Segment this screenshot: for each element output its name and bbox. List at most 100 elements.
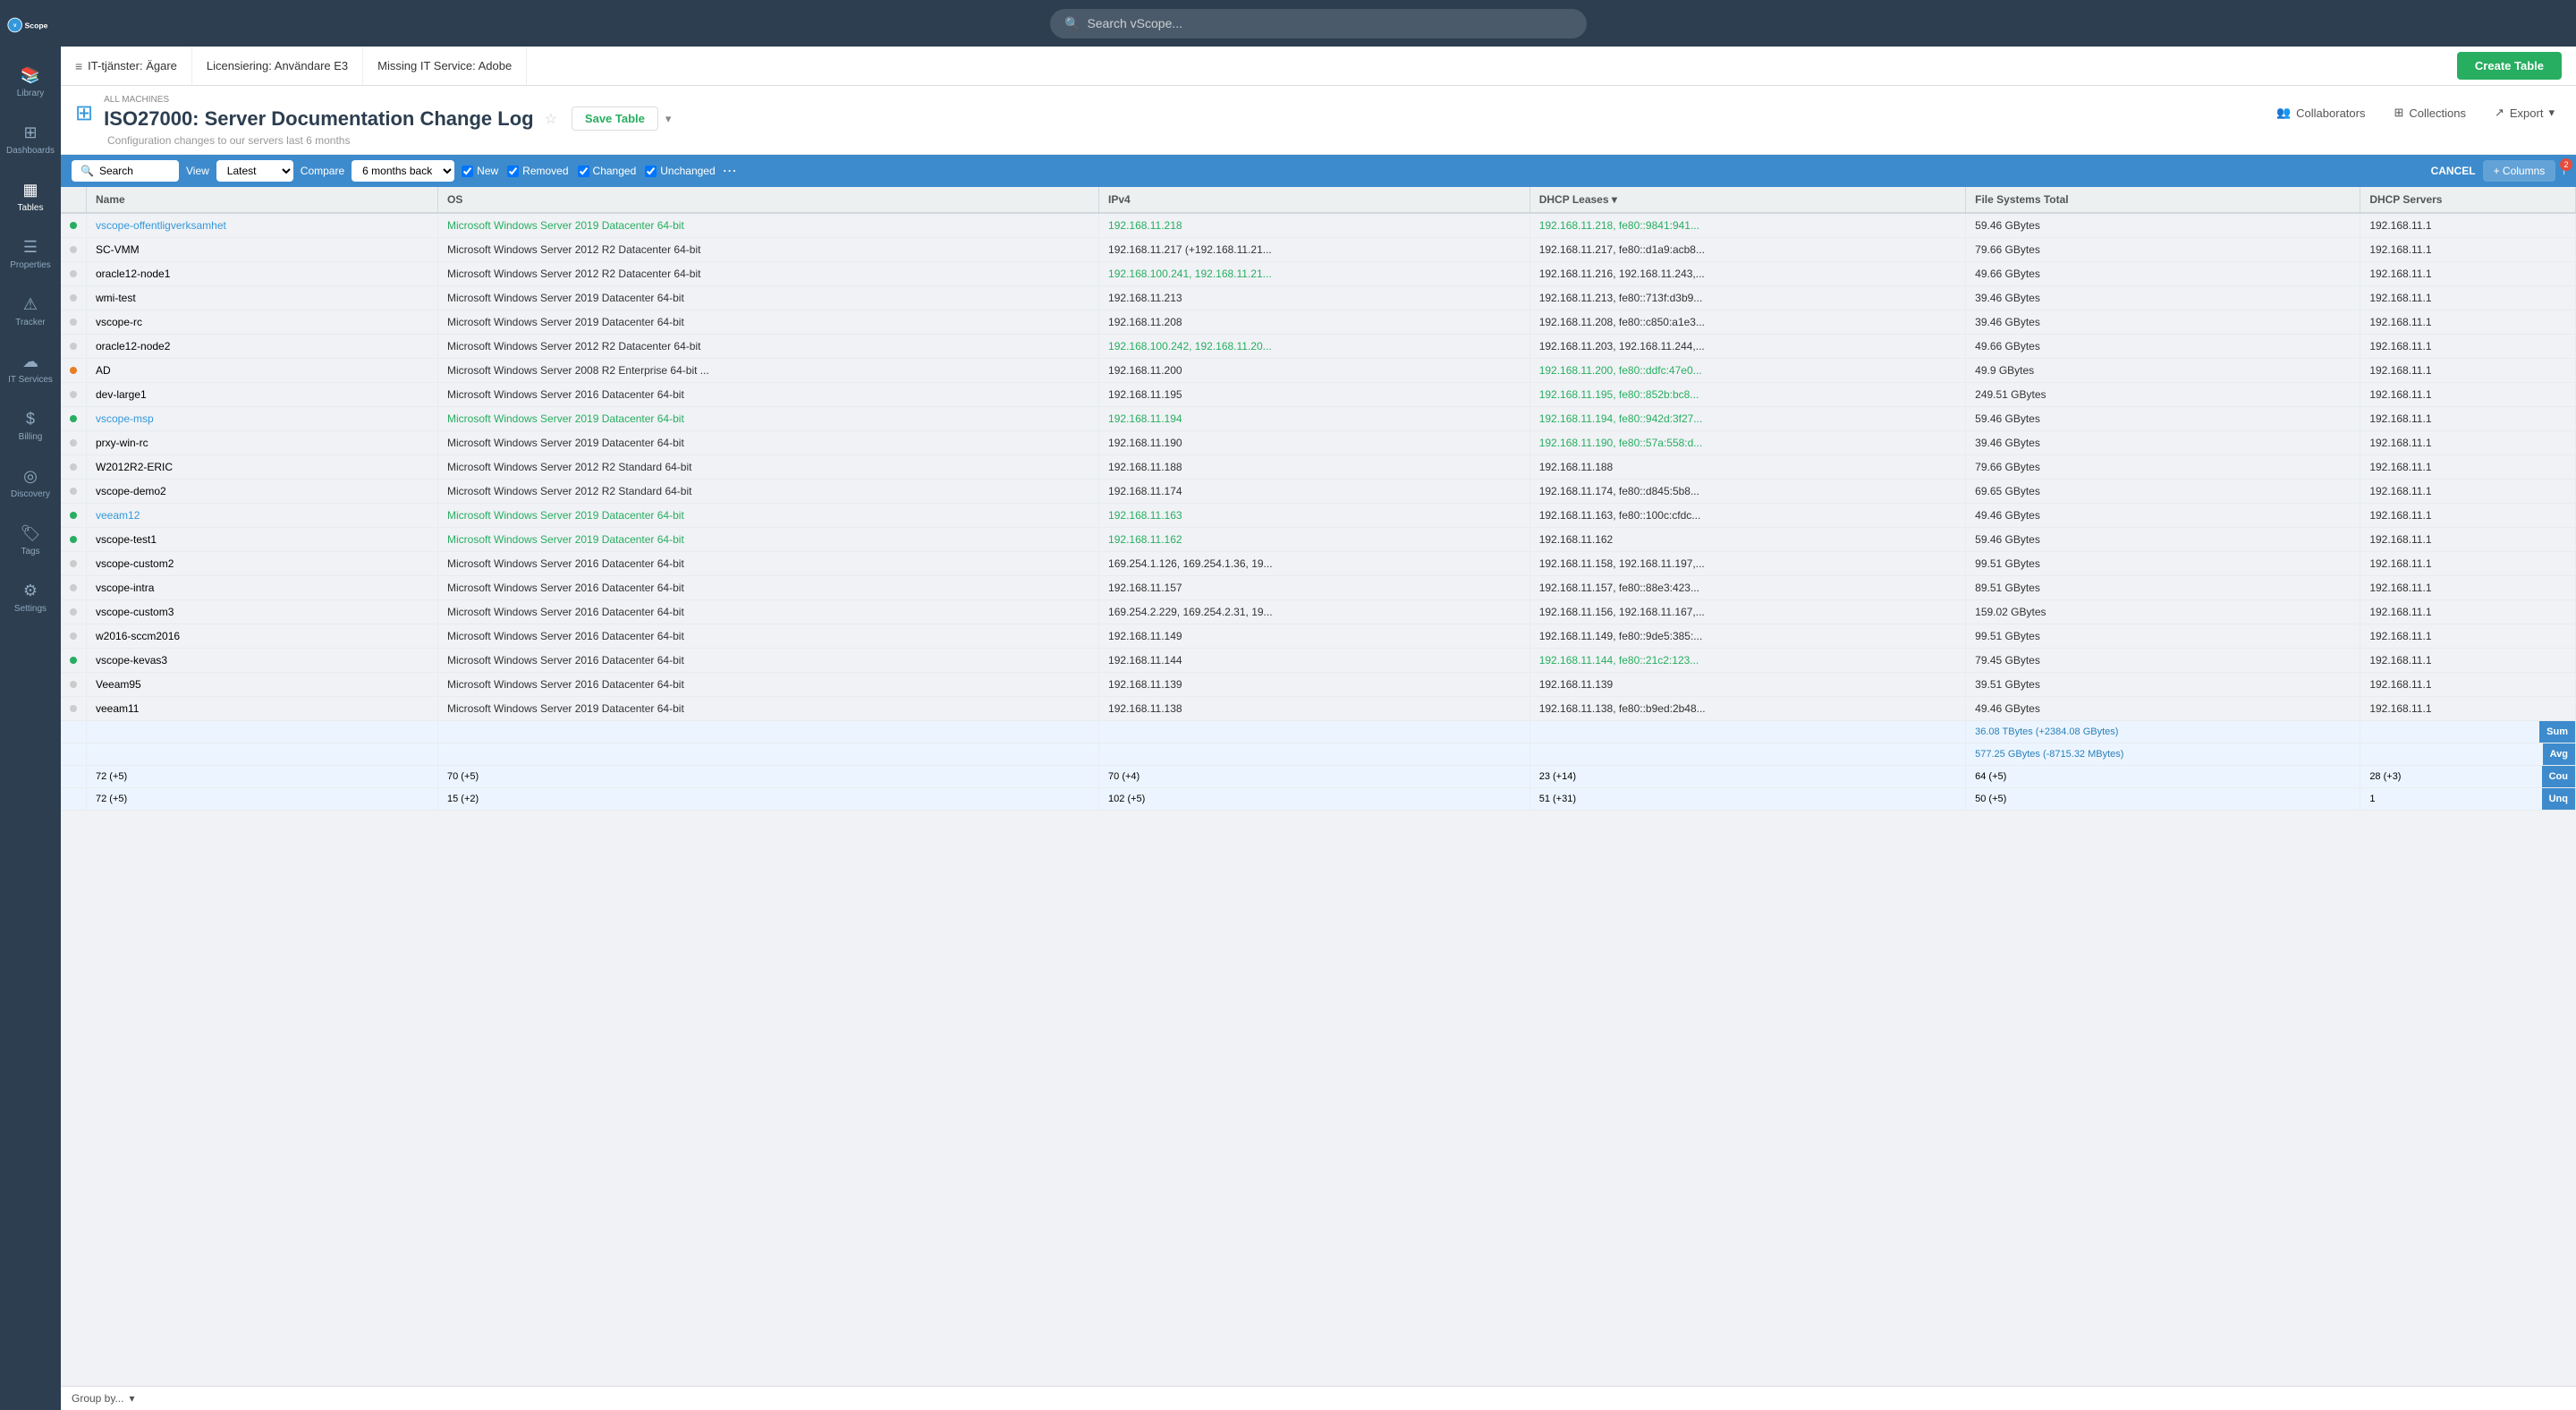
row-name-link[interactable]: vscope-offentligverksamhet [96,219,226,232]
row-ipv4: 192.168.11.194 [1108,412,1182,425]
sidebar-item-settings[interactable]: ⚙ Settings [4,571,57,624]
row-dhcp-cell: 192.168.11.217, fe80::d1a9:acb8... [1530,238,1965,262]
save-table-button[interactable]: Save Table [572,106,658,131]
row-os-cell: Microsoft Windows Server 2019 Datacenter… [438,431,1099,455]
sidebar-item-dashboards[interactable]: ⊞ Dashboards [4,113,57,166]
row-os-cell: Microsoft Windows Server 2016 Datacenter… [438,383,1099,407]
row-indicator-cell [61,480,87,504]
sidebar-label-properties: Properties [10,260,51,270]
sidebar-item-tags[interactable]: 🏷 Tags [4,514,57,567]
columns-button[interactable]: + Columns [2483,160,2556,182]
toolbar: 🔍 Search View Latest Historical Compare … [61,155,2576,187]
row-name-link[interactable]: vscope-msp [96,412,154,425]
tags-icon: 🏷 [21,524,41,543]
collections-button[interactable]: ⊞ Collections [2386,102,2473,123]
summary-avg-row: 577.25 GBytes (-8715.32 MBytes) Avg [61,743,2576,766]
tab-it-tjanster[interactable]: ≡ IT-tjänster: Ägare [68,47,192,85]
sidebar-item-tables[interactable]: ▦ Tables [4,170,57,224]
sidebar-item-properties[interactable]: ☰ Properties [4,227,57,281]
row-os: Microsoft Windows Server 2016 Datacenter… [447,388,684,401]
row-dhcp-srv-cell: 192.168.11.1 [2360,480,2576,504]
checkbox-removed[interactable]: Removed [507,165,568,177]
row-dhcp-cell: 192.168.11.194, fe80::942d:3f27... [1530,407,1965,431]
table-header: ⊞ ALL MACHINES ISO27000: Server Document… [61,86,2576,155]
group-by-button[interactable]: Group by... ▾ [72,1392,135,1405]
row-fs: 49.66 GBytes [1975,340,2040,352]
compare-select[interactable]: 6 months back 3 months back 1 month back [352,160,454,182]
col-file-systems[interactable]: File Systems Total [1966,187,2360,213]
table-row: Veeam95 Microsoft Windows Server 2016 Da… [61,673,2576,697]
row-fs-cell: 159.02 GBytes [1966,600,2360,624]
sidebar-item-tracker[interactable]: ⚠ Tracker [4,285,57,338]
row-os: Microsoft Windows Server 2019 Datacenter… [447,437,684,449]
checkbox-new[interactable]: New [462,165,498,177]
row-ipv4-cell: 192.168.11.218 [1099,213,1530,238]
row-dhcp: 192.168.11.174, fe80::d845:5b8... [1539,485,1699,497]
col-os[interactable]: OS [438,187,1099,213]
create-table-button[interactable]: Create Table [2457,52,2562,80]
summary-sum-row: 36.08 TBytes (+2384.08 GBytes) Sum [61,721,2576,743]
checkbox-changed[interactable]: Changed [578,165,637,177]
view-select[interactable]: Latest Historical [216,160,293,182]
table-row: dev-large1 Microsoft Windows Server 2016… [61,383,2576,407]
filter-button[interactable]: ⧘ 2 [2563,164,2565,178]
row-name-link[interactable]: veeam12 [96,509,140,522]
unq-col3: 102 (+5) [1099,788,1530,811]
row-dhcp-cell: 192.168.11.149, fe80::9de5:385:... [1530,624,1965,649]
row-fs: 249.51 GBytes [1975,388,2046,401]
col-dhcp-servers[interactable]: DHCP Servers [2360,187,2576,213]
row-fs-cell: 69.65 GBytes [1966,480,2360,504]
collaborators-button[interactable]: 👥 Collaborators [2269,102,2373,123]
summary-count-row: 72 (+5) 70 (+5) 70 (+4) 23 (+14) 64 (+5)… [61,766,2576,788]
row-fs-cell: 49.46 GBytes [1966,504,2360,528]
sidebar-item-billing[interactable]: $ Billing [4,399,57,453]
search-bar[interactable]: 🔍 Search vScope... [1050,9,1587,38]
col-dhcp-leases[interactable]: DHCP Leases ▾ [1530,187,1965,213]
data-table-wrapper[interactable]: Name OS IPv4 DHCP Leases ▾ File Systems … [61,187,2576,1386]
row-fs: 39.46 GBytes [1975,292,2040,304]
row-dhcp-cell: 192.168.11.138, fe80::b9ed:2b48... [1530,697,1965,721]
tab-missing-it[interactable]: Missing IT Service: Adobe [363,47,527,85]
row-ipv4-cell: 192.168.11.174 [1099,480,1530,504]
row-ipv4-cell: 192.168.11.217 (+192.168.11.21... [1099,238,1530,262]
toolbar-search[interactable]: 🔍 Search [72,160,179,182]
row-dhcp-srv-cell: 192.168.11.1 [2360,286,2576,310]
row-ipv4: 169.254.1.126, 169.254.1.36, 19... [1108,557,1273,570]
star-icon[interactable]: ☆ [545,110,557,128]
row-fs-cell: 39.46 GBytes [1966,431,2360,455]
unq-col5: 50 (+5) [1966,788,2360,811]
row-fs-cell: 39.51 GBytes [1966,673,2360,697]
row-dhcp-srv: 192.168.11.1 [2369,557,2431,570]
row-os: Microsoft Windows Server 2012 R2 Datacen… [447,243,700,256]
row-dhcp-srv-cell: 192.168.11.1 [2360,649,2576,673]
sidebar-item-library[interactable]: 📚 Library [4,55,57,109]
row-indicator-cell [61,649,87,673]
table-row: veeam12 Microsoft Windows Server 2019 Da… [61,504,2576,528]
sidebar-label-discovery: Discovery [11,489,50,499]
sidebar-item-discovery[interactable]: ◎ Discovery [4,456,57,510]
table-row: w2016-sccm2016 Microsoft Windows Server … [61,624,2576,649]
row-name-cell: dev-large1 [87,383,438,407]
row-os-cell: Microsoft Windows Server 2016 Datacenter… [438,673,1099,697]
more-options-icon[interactable]: ⋯ [723,162,737,180]
cancel-button[interactable]: CANCEL [2431,165,2476,177]
save-dropdown-icon[interactable]: ▾ [665,112,672,126]
row-os: Microsoft Windows Server 2012 R2 Datacen… [447,268,700,280]
row-name-cell: w2016-sccm2016 [87,624,438,649]
tab-licensiering[interactable]: Licensiering: Användare E3 [192,47,363,85]
row-fs-cell: 89.51 GBytes [1966,576,2360,600]
export-button[interactable]: ↗ Export ▾ [2487,102,2562,123]
row-ipv4: 192.168.11.138 [1108,702,1182,715]
row-dhcp-srv: 192.168.11.1 [2369,243,2431,256]
col-name[interactable]: Name [87,187,438,213]
row-dhcp: 192.168.11.163, fe80::100c:cfdc... [1539,509,1701,522]
logo: v Scope [4,7,57,47]
row-indicator [70,246,77,253]
sidebar-item-it-services[interactable]: ☁ IT Services [4,342,57,395]
checkbox-unchanged[interactable]: Unchanged [645,165,715,177]
row-ipv4-cell: 169.254.1.126, 169.254.1.36, 19... [1099,552,1530,576]
col-ipv4[interactable]: IPv4 [1099,187,1530,213]
row-ipv4: 192.168.100.241, 192.168.11.21... [1108,268,1272,280]
row-dhcp-srv: 192.168.11.1 [2369,412,2431,425]
row-indicator [70,319,77,326]
